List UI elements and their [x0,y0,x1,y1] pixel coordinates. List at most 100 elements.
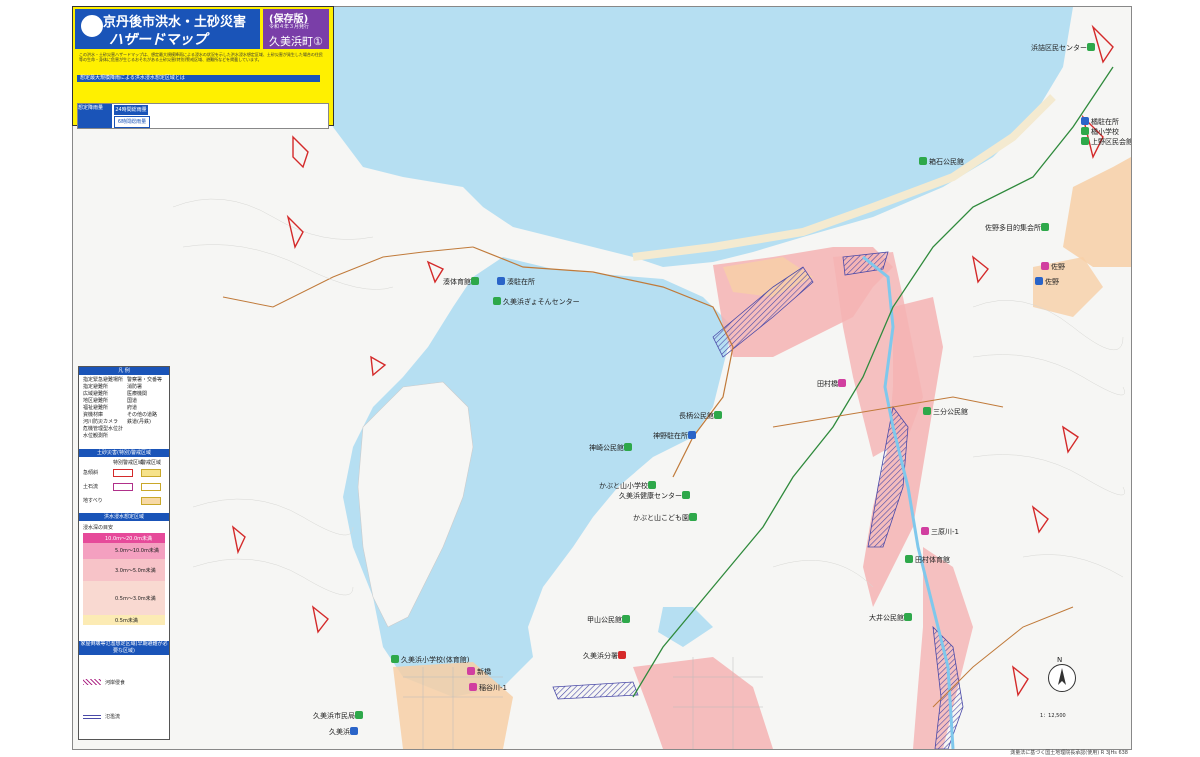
house-collapse-header: 家屋倒壊等氾濫想定区域(早期避難が必要な区域) [79,641,169,655]
place-name: 湊駐在所 [507,278,535,286]
place-label[interactable]: 稲谷川-1 [469,683,507,693]
camera-icon [921,527,929,535]
credit-text: 測量法に基づく国土地理院長承認(使用) R 3JHs 638 [1010,750,1128,756]
place-name: 大井公民館 [869,614,904,622]
shelter-icon [923,407,931,415]
shelter-icon [624,443,632,451]
shelter-icon [648,481,656,489]
place-name: 稲谷川-1 [479,684,507,692]
shelter-icon [1081,137,1089,145]
swatch-landslip-warning [141,497,161,505]
police-icon [350,727,358,735]
place-label[interactable]: 橘駐在所 [1081,117,1119,127]
place-label[interactable]: 田村体育館 [905,555,950,565]
shelter-icon [1081,127,1089,135]
place-label[interactable]: 長柄公民館 [679,411,724,421]
place-name: 久美浜健康センター [619,492,682,500]
legend-right-list: 警察署・交番等 消防署 医療機関 国道 府道 その他の道路 鉄道(丹鉄) [127,377,162,426]
place-name: 久美浜ぎょそんセンター [503,298,580,306]
camera-icon [467,667,475,675]
place-name: 久美浜分署 [583,652,618,660]
legend-item: 医療機関 [127,391,148,397]
place-label[interactable]: 田村橋 [817,379,848,389]
police-icon [688,431,696,439]
place-name: 新橋 [477,668,491,676]
depth-text: 3.0m〜5.0m未満 [115,568,156,574]
place-name: かぶと山こども園 [633,514,689,522]
place-label[interactable]: 久美浜小学校(体育館) [391,655,469,665]
place-label[interactable]: 神崎公民館 [589,443,634,453]
place-label[interactable]: 湊体育館 [443,277,481,287]
rain-table-label: 想定降雨量 [78,104,112,128]
place-name: 橘小学校 [1091,128,1119,136]
place-label[interactable]: 久美浜 [329,727,360,737]
fire-station-icon [618,651,626,659]
place-name: 上野区民会館 [1091,138,1132,146]
place-label[interactable]: 湊駐在所 [497,277,535,287]
landslide-header: 土砂災害(特別)警戒区域 [79,449,169,457]
legend-item: 指定緊急避難場所 [83,377,124,383]
shelter-icon [622,615,630,623]
place-label[interactable]: 三分公民館 [923,407,968,417]
swatch-debris-special [113,483,133,491]
legend-panel: 凡 例 指定緊急避難場所 指定避難所 広域避難所 地区避難所 福祉避難所 資機材… [78,366,170,740]
place-label[interactable]: 箱石公民館 [919,157,964,167]
camera-icon [838,379,846,387]
legend-item: 国道 [127,398,138,404]
pond [658,607,713,647]
landslide-row: 急傾斜 [83,470,99,476]
legend-item: 地区避難所 [83,398,109,404]
legend-item: その他の道路 [127,412,158,418]
place-name: 三原川-1 [931,528,959,536]
title-panel: 京丹後市洪水・土砂災害 ハザードマップ (保存版) 令和４年３月発行 久美浜町①… [72,6,334,129]
place-label[interactable]: 新橋 [467,667,491,677]
rain-row-6h: 6時間総雨量 [114,116,150,128]
depth-text: 0.5m〜3.0m未満 [115,596,156,602]
scale-bar: 1：12,500 [1040,713,1066,719]
place-label[interactable]: 久美浜分署 [583,651,628,661]
police-icon [497,277,505,285]
place-label[interactable]: 久美浜市民局 [313,711,365,721]
place-label[interactable]: 浜詰区民センター [1031,43,1097,53]
place-label[interactable]: 大井公民館 [869,613,914,623]
place-label[interactable]: 橘小学校 [1081,127,1119,137]
shelter-icon [904,613,912,621]
shelter-icon [1041,223,1049,231]
shelter-icon [689,513,697,521]
depth-text: 10.0m〜20.0m未満 [105,536,153,542]
place-label[interactable]: 佐野 [1035,277,1059,287]
legend-item: 河川防災カメラ [83,419,119,425]
legend-item: 危機管理型水位計 [83,426,124,432]
legend-item: 警察署・交番等 [127,377,163,383]
place-label[interactable]: かぶと山小学校 [599,481,658,491]
place-label[interactable]: 甲山公民館 [587,615,632,625]
sea-area [323,7,1073,267]
landslide-row: 土石流 [83,484,99,490]
place-name: 久美浜 [329,728,350,736]
place-label[interactable]: かぶと山こども園 [633,513,699,523]
place-label[interactable]: 久美浜ぎょそんセンター [493,297,580,307]
depth-text: 5.0m〜10.0m未満 [115,548,159,554]
place-label[interactable]: 久美浜健康センター [619,491,692,501]
landslide-col-special: 特別警戒区域 [113,460,144,466]
legend-item: 指定避難所 [83,384,109,390]
place-label[interactable]: 佐野多目的集会所 [985,223,1051,233]
place-label[interactable]: 三原川-1 [921,527,959,537]
legend-item: 水位観測所 [83,433,109,439]
compass-icon [1058,668,1066,685]
place-label[interactable]: 上野区民会館 [1081,137,1132,147]
place-name: 箱石公民館 [929,158,964,166]
place-name: 久美浜小学校(体育館) [401,656,470,664]
place-label[interactable]: 神野駐在所 [653,431,698,441]
flood-overflow-label: 氾濫流 [105,714,121,720]
place-label[interactable]: 佐野 [1041,262,1065,272]
flood-header: 洪水浸水想定区域 [79,513,169,521]
north-arrow: N [1048,656,1076,692]
shelter-icon [471,277,479,285]
place-name: 田村橋 [817,380,838,388]
title-description: この洪水・土砂災害ハザードマップは、想定最大規模降雨による浸水の状況を示した洪水… [79,52,323,62]
depth-label: 浸水深の目安 [83,525,114,531]
place-name: 佐野 [1051,263,1065,271]
shelter-icon [714,411,722,419]
legend-item: 資機材庫 [83,412,104,418]
